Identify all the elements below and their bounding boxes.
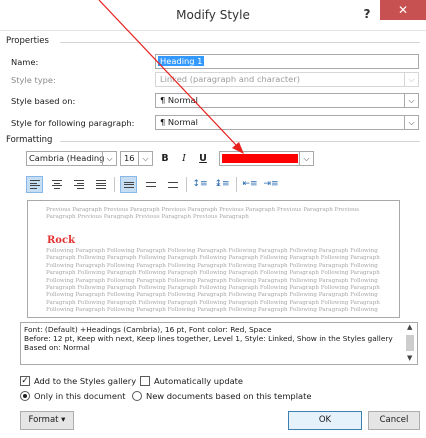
annotation-arrow-line (98, 0, 237, 146)
annotation-arrow (98, 0, 244, 154)
annotation-arrow-head (232, 142, 244, 154)
